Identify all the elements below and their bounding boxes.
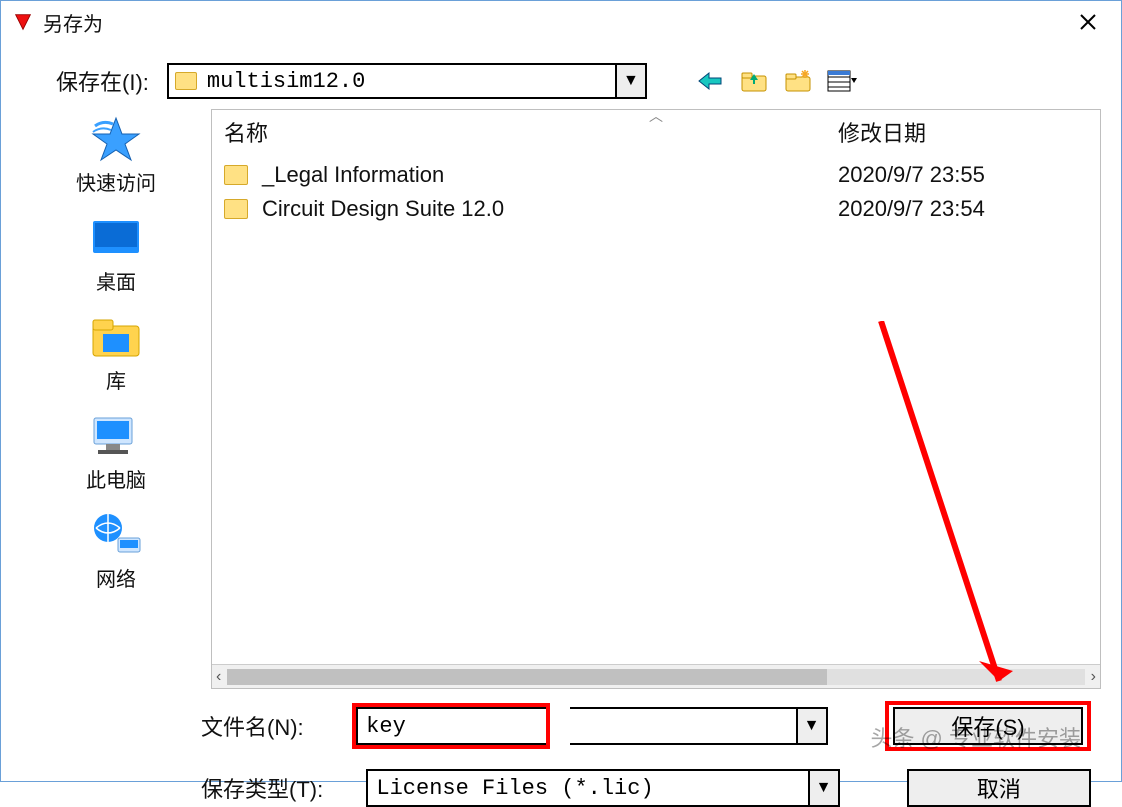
- places-bar: 快速访问 桌面 库 此电脑: [41, 109, 191, 689]
- scroll-thumb[interactable]: [227, 669, 827, 685]
- save-in-combo[interactable]: multisim12.0 ▼: [167, 63, 647, 99]
- close-button[interactable]: [1065, 5, 1111, 39]
- file-name: _Legal Information: [262, 162, 838, 188]
- quick-access-icon: [86, 115, 146, 163]
- place-network[interactable]: 网络: [41, 511, 191, 592]
- place-quick-access[interactable]: 快速访问: [41, 115, 191, 196]
- filetype-combo[interactable]: License Files (*.lic) ▼: [366, 769, 839, 807]
- filename-input[interactable]: key: [356, 707, 546, 745]
- file-rows: _Legal Information 2020/9/7 23:55 Circui…: [212, 154, 1100, 664]
- this-pc-icon: [86, 412, 146, 460]
- file-date: 2020/9/7 23:54: [838, 196, 1088, 222]
- file-date: 2020/9/7 23:55: [838, 162, 1088, 188]
- chevron-down-icon[interactable]: ▼: [796, 709, 826, 743]
- chevron-down-icon[interactable]: ▼: [808, 771, 838, 805]
- filetype-row: 保存类型(T): License Files (*.lic) ▼ 取消: [201, 769, 1091, 807]
- save-in-row: 保存在(I): multisim12.0 ▼: [1, 43, 1121, 109]
- annotation-save-highlight: 保存(S): [885, 701, 1091, 751]
- place-this-pc[interactable]: 此电脑: [41, 412, 191, 493]
- place-label: 桌面: [96, 266, 136, 295]
- scroll-left-icon[interactable]: ‹: [216, 668, 221, 686]
- place-desktop[interactable]: 桌面: [41, 214, 191, 295]
- app-icon: [11, 10, 35, 34]
- filetype-value: License Files (*.lic): [368, 776, 807, 801]
- folder-icon: [224, 165, 248, 185]
- dialog-title: 另存为: [43, 8, 103, 37]
- folder-icon: [224, 199, 248, 219]
- horizontal-scrollbar[interactable]: ‹ ›: [212, 664, 1100, 688]
- place-label: 快速访问: [76, 167, 156, 196]
- view-menu-button[interactable]: [827, 67, 857, 95]
- save-in-label: 保存在(I):: [56, 65, 149, 97]
- scroll-right-icon[interactable]: ›: [1091, 668, 1096, 686]
- place-label: 网络: [96, 563, 136, 592]
- nav-toolbar: [695, 67, 857, 95]
- file-list: ︿ 名称 修改日期 _Legal Information 2020/9/7 23…: [211, 109, 1101, 689]
- dialog-body: 快速访问 桌面 库 此电脑: [1, 109, 1121, 689]
- desktop-icon: [86, 214, 146, 262]
- place-label: 库: [106, 365, 126, 394]
- filetype-label: 保存类型(T):: [201, 772, 346, 804]
- save-in-value: multisim12.0: [207, 69, 615, 94]
- network-icon: [86, 511, 146, 559]
- folder-icon: [175, 72, 197, 90]
- new-folder-button[interactable]: [783, 67, 813, 95]
- sort-indicator-icon: ︿: [212, 106, 1100, 126]
- back-button[interactable]: [695, 67, 725, 95]
- list-item[interactable]: _Legal Information 2020/9/7 23:55: [224, 158, 1088, 192]
- save-button[interactable]: 保存(S): [893, 707, 1083, 745]
- scroll-track[interactable]: [227, 669, 1084, 685]
- chevron-down-icon[interactable]: ▼: [615, 65, 645, 97]
- up-one-level-button[interactable]: [739, 67, 769, 95]
- place-label: 此电脑: [86, 464, 146, 493]
- filename-row: 文件名(N): key ▼ 保存(S): [201, 701, 1091, 751]
- filename-label: 文件名(N):: [201, 710, 332, 742]
- save-as-dialog: 另存为 保存在(I): multisim12.0 ▼: [0, 0, 1122, 782]
- place-libraries[interactable]: 库: [41, 313, 191, 394]
- file-name: Circuit Design Suite 12.0: [262, 196, 838, 222]
- bottom-fields: 文件名(N): key ▼ 保存(S) 保存类型(T): License Fil…: [1, 689, 1121, 807]
- filename-value: key: [358, 714, 546, 739]
- filename-combo-extra[interactable]: ▼: [570, 707, 827, 745]
- title-bar: 另存为: [1, 1, 1121, 43]
- list-item[interactable]: Circuit Design Suite 12.0 2020/9/7 23:54: [224, 192, 1088, 226]
- libraries-icon: [86, 313, 146, 361]
- cancel-button[interactable]: 取消: [907, 769, 1091, 807]
- annotation-filename-highlight: key: [352, 703, 550, 749]
